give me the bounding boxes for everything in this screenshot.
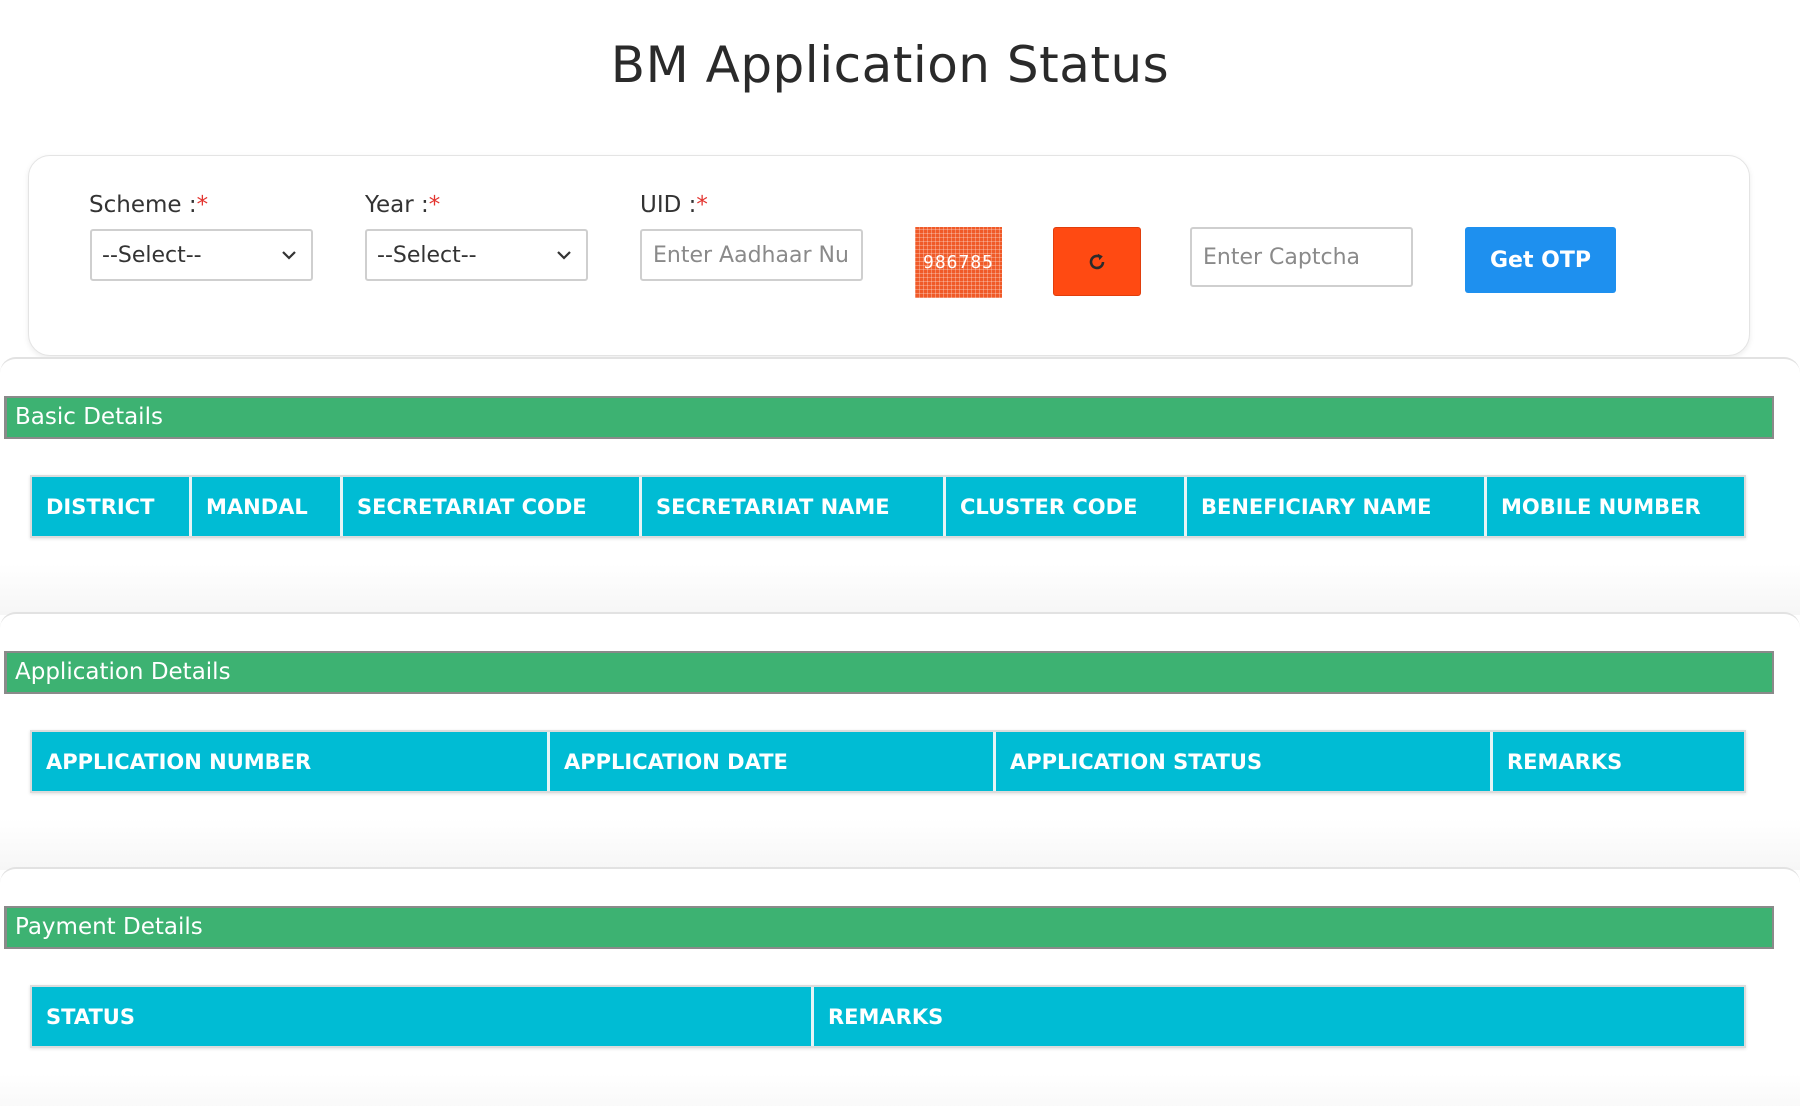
chevron-down-icon [282,251,296,260]
year-field: Year :* [365,190,440,220]
required-mark: * [696,192,708,218]
year-label: Year :* [365,192,441,218]
column-header: SECRETARIAT CODE [343,477,642,536]
refresh-icon [1089,253,1105,269]
column-header: MOBILE NUMBER [1501,494,1701,519]
payment-details-table-head: STATUS REMARKS [30,985,1746,1048]
captcha-text: 986785 [922,252,995,273]
aadhaar-input[interactable] [640,229,863,281]
column-header: APPLICATION DATE [550,732,996,791]
captcha-image: 986785 [915,227,1002,298]
column-header: REMARKS [828,1004,944,1029]
scheme-label: Scheme :* [89,192,209,218]
search-form-card: Scheme :* --Select-- Year :* --Select-- … [28,155,1750,356]
year-select[interactable]: --Select-- [365,229,588,281]
captcha-input[interactable] [1190,227,1413,287]
column-header: STATUS [32,987,814,1046]
chevron-down-icon [557,251,571,260]
required-mark: * [428,192,441,218]
scheme-field: Scheme :* [89,190,208,220]
column-header: SECRETARIAT NAME [642,477,946,536]
uid-label: UID :* [640,192,708,218]
basic-details-table-head: DISTRICT MANDAL SECRETARIAT CODE SECRETA… [30,475,1746,538]
column-header: DISTRICT [32,477,192,536]
column-header: CLUSTER CODE [946,477,1187,536]
year-selected-value: --Select-- [377,242,477,268]
get-otp-button[interactable]: Get OTP [1465,227,1616,293]
application-details-table-head: APPLICATION NUMBER APPLICATION DATE APPL… [30,730,1746,793]
uid-field: UID :* [640,190,708,220]
column-header: MANDAL [192,477,343,536]
scheme-select[interactable]: --Select-- [90,229,313,281]
required-mark: * [196,192,209,218]
application-details-header: Application Details [4,651,1774,694]
column-header: BENEFICIARY NAME [1187,477,1487,536]
column-header: APPLICATION NUMBER [32,732,550,791]
column-header: REMARKS [1507,749,1623,774]
payment-details-header: Payment Details [4,906,1774,949]
scheme-selected-value: --Select-- [102,242,202,268]
page-title: BM Application Status [610,36,1170,94]
basic-details-header: Basic Details [4,396,1774,439]
refresh-captcha-button[interactable] [1053,227,1141,296]
column-header: APPLICATION STATUS [996,732,1493,791]
